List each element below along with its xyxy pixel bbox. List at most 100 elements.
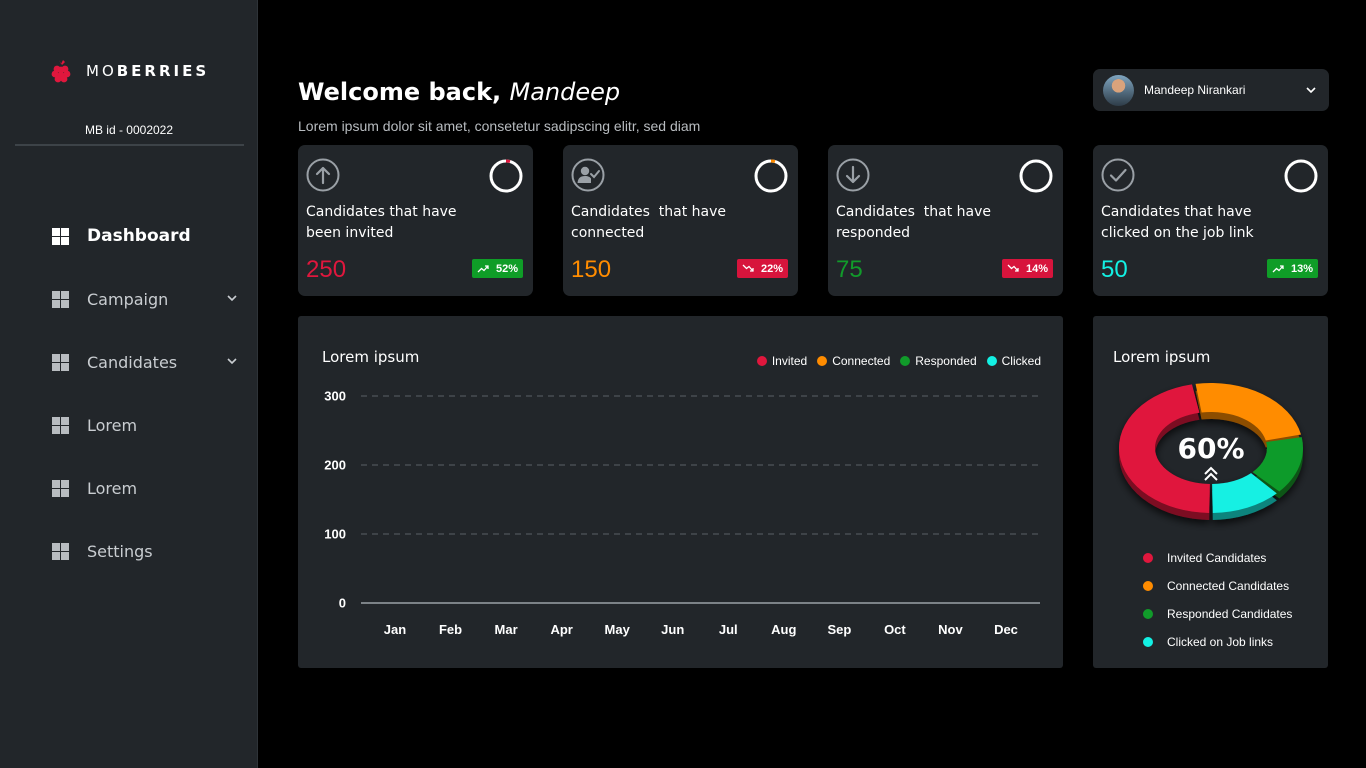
dashboard-icon [52,416,69,434]
stat-card-title: Candidates that have connected [571,202,771,244]
legend-dot [1143,581,1153,591]
legend-dot [817,356,828,366]
sidebar-item-campaign[interactable]: Campaign [0,279,258,319]
legend-label: Invited [771,354,808,368]
arrow-down-circle-icon [836,158,870,192]
brand-name-a: MO [86,62,117,80]
brand-name-b: BERRIES [116,62,210,80]
donut-legend-invited: Invited Candidates [1143,544,1292,572]
trend-value: 22% [760,262,783,275]
dashboard-icon [52,353,69,371]
dashboard-icon [52,290,69,308]
legend-label: Responded [915,354,977,368]
trend-badge: 52% [471,259,523,278]
sidebar-item-lorem-1[interactable]: Lorem [0,405,258,445]
stat-card-clicked: Candidates that have clicked on the job l… [1093,145,1328,296]
y-tick-label: 0 [339,596,346,611]
sidebar-item-settings[interactable]: Settings [0,531,258,571]
legend-item-invited[interactable]: Invited [756,354,808,368]
user-name: Mandeep Nirankari [1144,83,1246,97]
trend-up-icon [1272,265,1284,273]
sidebar-item-label: Candidates [87,352,178,372]
progress-ring-icon [489,159,523,193]
stat-value: 75 [836,256,863,283]
trend-value: 52% [495,262,518,275]
trend-badge: 14% [1001,259,1053,278]
x-tick-label: Apr [550,622,572,637]
trend-down-icon [1007,264,1019,272]
donut-legend-clicked: Clicked on Job links [1143,628,1292,656]
x-tick-label: Nov [938,622,963,637]
progress-ring-icon [754,159,788,193]
avatar [1103,74,1134,106]
stat-title-line2: connected [571,225,645,241]
welcome-user-name: Mandeep [509,78,621,106]
mb-id: MB id - 0002022 [84,123,174,137]
trend-badge: 22% [736,259,788,278]
raspberry-logo-icon [51,60,71,83]
donut-chart-title: Lorem ipsum [1113,348,1211,366]
x-tick-label: Jan [384,622,406,637]
legend-dot [1143,553,1153,563]
donut-legend: Invited Candidates Connected Candidates … [1143,544,1292,656]
sidebar-item-label: Dashboard [87,226,191,246]
x-tick-label: Jul [719,622,738,637]
y-tick-label: 300 [324,389,346,404]
sidebar-divider [15,144,244,146]
stat-card-connected: Candidates that have connected 150 22% [563,145,798,296]
legend-label: Clicked on Job links [1167,635,1274,649]
x-tick-label: Aug [771,622,796,637]
sidebar-item-label: Lorem [87,415,138,435]
x-tick-label: Oct [884,622,906,637]
trend-value: 13% [1290,262,1313,275]
dashboard-icon [52,479,69,497]
sidebar-item-dashboard[interactable]: Dashboard [0,216,258,256]
sidebar-item-candidates[interactable]: Candidates [0,342,258,382]
stat-card-invited: Candidates that have been invited 250 52% [298,145,533,296]
user-menu[interactable]: Mandeep Nirankari [1093,69,1329,111]
page-subtitle: Lorem ipsum dolor sit amet, consetetur s… [298,118,701,134]
stat-value: 250 [306,256,347,283]
stat-card-title: Candidates that have responded [836,202,1036,244]
stat-card-title: Candidates that have been invited [306,202,506,244]
stat-title-line1: Candidates that have [1101,204,1252,220]
y-tick-label: 200 [324,458,346,473]
x-tick-label: Feb [439,622,462,637]
chart-legend: Invited Connected Responded Clicked [756,354,1041,368]
legend-dot [986,356,997,366]
x-tick-label: Sep [827,622,851,637]
legend-label: Invited Candidates [1167,551,1267,565]
stat-title-line1: Candidates that have [836,204,991,220]
dashboard-icon [52,227,69,245]
legend-item-clicked[interactable]: Clicked [986,354,1041,368]
legend-dot [900,356,911,366]
trend-value: 14% [1025,262,1048,275]
x-tick-label: Mar [495,622,518,637]
page-title: Welcome back, Mandeep [298,78,620,106]
sidebar: MOBERRIES MB id - 0002022 Dashboard Camp… [0,0,258,768]
stat-title-line2: been invited [306,225,394,241]
trend-down-icon [742,264,754,272]
progress-ring-icon [1284,159,1318,193]
legend-item-connected[interactable]: Connected [817,354,890,368]
arrow-up-circle-icon [306,158,340,192]
trend-badge: 13% [1266,259,1318,278]
brand-logo[interactable]: MOBERRIES [50,58,209,84]
dashboard-icon [52,542,69,560]
stat-title-line1: Candidates that have [571,204,726,220]
chevron-down-icon [1306,87,1316,94]
line-chart-panel: 0 100 200 300 Jan Feb Mar Apr May Jun Jul Aug Sep Oct… [298,316,1063,668]
legend-item-responded[interactable]: Responded [900,354,977,368]
stat-card-title: Candidates that have clicked on the job l… [1101,202,1301,244]
check-circle-icon [1101,158,1135,192]
legend-label: Connected [832,354,891,368]
chevron-down-icon [227,358,237,365]
legend-dot [1143,609,1153,619]
sidebar-item-lorem-2[interactable]: Lorem [0,468,258,508]
x-tick-label: Jun [661,622,684,637]
legend-dot [756,356,767,366]
donut-legend-responded: Responded Candidates [1143,600,1292,628]
line-chart: 0 100 200 300 Jan Feb Mar Apr May Jun Jul Aug Sep Oct… [324,389,1040,637]
x-tick-label: Dec [994,622,1018,637]
sidebar-item-label: Lorem [87,478,138,498]
